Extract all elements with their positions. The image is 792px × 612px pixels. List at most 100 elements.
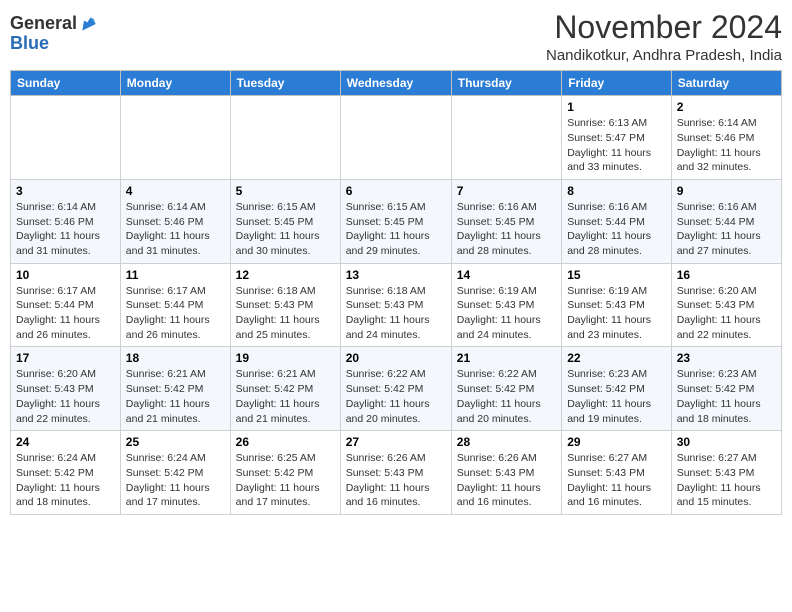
calendar-cell: 29 Sunrise: 6:27 AM Sunset: 5:43 PM Dayli… bbox=[562, 431, 672, 515]
day-number: 8 bbox=[567, 184, 666, 198]
calendar-cell: 19 Sunrise: 6:21 AM Sunset: 5:42 PM Dayli… bbox=[230, 347, 340, 431]
calendar-week-row: 24 Sunrise: 6:24 AM Sunset: 5:42 PM Dayli… bbox=[11, 431, 782, 515]
calendar-cell: 30Sunrise: 6:27 AM Sunset: 5:43 PM Dayli… bbox=[671, 431, 781, 515]
calendar-cell: 17 Sunrise: 6:20 AM Sunset: 5:43 PM Dayli… bbox=[11, 347, 121, 431]
day-info: Sunrise: 6:26 AM Sunset: 5:43 PM Dayligh… bbox=[457, 451, 556, 510]
day-number: 25 bbox=[126, 435, 225, 449]
calendar-cell: 21 Sunrise: 6:22 AM Sunset: 5:42 PM Dayli… bbox=[451, 347, 561, 431]
day-info: Sunrise: 6:18 AM Sunset: 5:43 PM Dayligh… bbox=[236, 284, 335, 343]
calendar-cell: 27 Sunrise: 6:26 AM Sunset: 5:43 PM Dayli… bbox=[340, 431, 451, 515]
day-info: Sunrise: 6:20 AM Sunset: 5:43 PM Dayligh… bbox=[16, 367, 115, 426]
day-number: 29 bbox=[567, 435, 666, 449]
calendar-cell: 25 Sunrise: 6:24 AM Sunset: 5:42 PM Dayli… bbox=[120, 431, 230, 515]
day-info: Sunrise: 6:18 AM Sunset: 5:43 PM Dayligh… bbox=[346, 284, 446, 343]
empty-cell bbox=[340, 96, 451, 180]
empty-cell bbox=[11, 96, 121, 180]
calendar-cell: 9 Sunrise: 6:16 AM Sunset: 5:44 PM Daylig… bbox=[671, 179, 781, 263]
day-info: Sunrise: 6:19 AM Sunset: 5:43 PM Dayligh… bbox=[567, 284, 666, 343]
calendar-table: SundayMondayTuesdayWednesdayThursdayFrid… bbox=[10, 70, 782, 515]
day-info: Sunrise: 6:16 AM Sunset: 5:44 PM Dayligh… bbox=[567, 200, 666, 259]
day-number: 7 bbox=[457, 184, 556, 198]
day-number: 13 bbox=[346, 268, 446, 282]
calendar-cell: 3Sunrise: 6:14 AM Sunset: 5:46 PM Daylig… bbox=[11, 179, 121, 263]
day-info: Sunrise: 6:20 AM Sunset: 5:43 PM Dayligh… bbox=[677, 284, 776, 343]
day-info: Sunrise: 6:26 AM Sunset: 5:43 PM Dayligh… bbox=[346, 451, 446, 510]
day-info: Sunrise: 6:16 AM Sunset: 5:44 PM Dayligh… bbox=[677, 200, 776, 259]
day-info: Sunrise: 6:17 AM Sunset: 5:44 PM Dayligh… bbox=[16, 284, 115, 343]
calendar-cell: 12 Sunrise: 6:18 AM Sunset: 5:43 PM Dayli… bbox=[230, 263, 340, 347]
day-info: Sunrise: 6:21 AM Sunset: 5:42 PM Dayligh… bbox=[126, 367, 225, 426]
calendar-cell: 10 Sunrise: 6:17 AM Sunset: 5:44 PM Dayli… bbox=[11, 263, 121, 347]
weekday-header: Saturday bbox=[671, 71, 781, 96]
weekday-header: Thursday bbox=[451, 71, 561, 96]
location-title: Nandikotkur, Andhra Pradesh, India bbox=[546, 47, 782, 64]
calendar-cell: 22 Sunrise: 6:23 AM Sunset: 5:42 PM Dayli… bbox=[562, 347, 672, 431]
day-info: Sunrise: 6:24 AM Sunset: 5:42 PM Dayligh… bbox=[126, 451, 225, 510]
day-info: Sunrise: 6:14 AM Sunset: 5:46 PM Dayligh… bbox=[677, 116, 776, 175]
calendar-week-row: 3Sunrise: 6:14 AM Sunset: 5:46 PM Daylig… bbox=[11, 179, 782, 263]
header: General Blue November 2024 Nandikotkur, … bbox=[10, 10, 782, 64]
calendar-cell: 2 Sunrise: 6:14 AM Sunset: 5:46 PM Daylig… bbox=[671, 96, 781, 180]
day-number: 19 bbox=[236, 351, 335, 365]
empty-cell bbox=[451, 96, 561, 180]
day-number: 28 bbox=[457, 435, 556, 449]
logo-icon bbox=[79, 14, 99, 34]
day-info: Sunrise: 6:15 AM Sunset: 5:45 PM Dayligh… bbox=[346, 200, 446, 259]
day-number: 5 bbox=[236, 184, 335, 198]
empty-cell bbox=[230, 96, 340, 180]
day-info: Sunrise: 6:15 AM Sunset: 5:45 PM Dayligh… bbox=[236, 200, 335, 259]
day-number: 26 bbox=[236, 435, 335, 449]
day-number: 22 bbox=[567, 351, 666, 365]
day-info: Sunrise: 6:21 AM Sunset: 5:42 PM Dayligh… bbox=[236, 367, 335, 426]
day-info: Sunrise: 6:23 AM Sunset: 5:42 PM Dayligh… bbox=[567, 367, 666, 426]
calendar-cell: 11Sunrise: 6:17 AM Sunset: 5:44 PM Dayli… bbox=[120, 263, 230, 347]
day-number: 16 bbox=[677, 268, 776, 282]
calendar-cell: 26 Sunrise: 6:25 AM Sunset: 5:42 PM Dayli… bbox=[230, 431, 340, 515]
day-info: Sunrise: 6:22 AM Sunset: 5:42 PM Dayligh… bbox=[346, 367, 446, 426]
weekday-header: Friday bbox=[562, 71, 672, 96]
day-number: 30 bbox=[677, 435, 776, 449]
day-number: 12 bbox=[236, 268, 335, 282]
weekday-header: Sunday bbox=[11, 71, 121, 96]
calendar-cell: 14Sunrise: 6:19 AM Sunset: 5:43 PM Dayli… bbox=[451, 263, 561, 347]
day-number: 2 bbox=[677, 100, 776, 114]
calendar-cell: 18 Sunrise: 6:21 AM Sunset: 5:42 PM Dayli… bbox=[120, 347, 230, 431]
calendar-week-row: 10 Sunrise: 6:17 AM Sunset: 5:44 PM Dayli… bbox=[11, 263, 782, 347]
day-number: 17 bbox=[16, 351, 115, 365]
weekday-header: Monday bbox=[120, 71, 230, 96]
calendar-cell: 4Sunrise: 6:14 AM Sunset: 5:46 PM Daylig… bbox=[120, 179, 230, 263]
day-info: Sunrise: 6:14 AM Sunset: 5:46 PM Dayligh… bbox=[16, 200, 115, 259]
day-info: Sunrise: 6:16 AM Sunset: 5:45 PM Dayligh… bbox=[457, 200, 556, 259]
calendar-cell: 1 Sunrise: 6:13 AM Sunset: 5:47 PM Daylig… bbox=[562, 96, 672, 180]
calendar-cell: 13 Sunrise: 6:18 AM Sunset: 5:43 PM Dayli… bbox=[340, 263, 451, 347]
day-info: Sunrise: 6:13 AM Sunset: 5:47 PM Dayligh… bbox=[567, 116, 666, 175]
title-block: November 2024 Nandikotkur, Andhra Prades… bbox=[546, 10, 782, 64]
weekday-header: Tuesday bbox=[230, 71, 340, 96]
calendar-cell: 24Sunrise: 6:24 AM Sunset: 5:42 PM Dayli… bbox=[11, 431, 121, 515]
calendar-header-row: SundayMondayTuesdayWednesdayThursdayFrid… bbox=[11, 71, 782, 96]
calendar-body: 1 Sunrise: 6:13 AM Sunset: 5:47 PM Daylig… bbox=[11, 96, 782, 515]
weekday-header: Wednesday bbox=[340, 71, 451, 96]
calendar-cell: 16 Sunrise: 6:20 AM Sunset: 5:43 PM Dayli… bbox=[671, 263, 781, 347]
day-number: 1 bbox=[567, 100, 666, 114]
day-number: 14 bbox=[457, 268, 556, 282]
calendar-cell: 20Sunrise: 6:22 AM Sunset: 5:42 PM Dayli… bbox=[340, 347, 451, 431]
calendar-week-row: 17 Sunrise: 6:20 AM Sunset: 5:43 PM Dayli… bbox=[11, 347, 782, 431]
day-info: Sunrise: 6:27 AM Sunset: 5:43 PM Dayligh… bbox=[567, 451, 666, 510]
day-number: 4 bbox=[126, 184, 225, 198]
day-info: Sunrise: 6:22 AM Sunset: 5:42 PM Dayligh… bbox=[457, 367, 556, 426]
day-number: 21 bbox=[457, 351, 556, 365]
day-number: 18 bbox=[126, 351, 225, 365]
day-info: Sunrise: 6:17 AM Sunset: 5:44 PM Dayligh… bbox=[126, 284, 225, 343]
calendar-cell: 8 Sunrise: 6:16 AM Sunset: 5:44 PM Daylig… bbox=[562, 179, 672, 263]
day-number: 15 bbox=[567, 268, 666, 282]
empty-cell bbox=[120, 96, 230, 180]
calendar-cell: 7 Sunrise: 6:16 AM Sunset: 5:45 PM Daylig… bbox=[451, 179, 561, 263]
day-number: 23 bbox=[677, 351, 776, 365]
day-info: Sunrise: 6:25 AM Sunset: 5:42 PM Dayligh… bbox=[236, 451, 335, 510]
day-number: 27 bbox=[346, 435, 446, 449]
day-number: 10 bbox=[16, 268, 115, 282]
day-number: 24 bbox=[16, 435, 115, 449]
logo-blue: Blue bbox=[10, 33, 49, 53]
day-number: 9 bbox=[677, 184, 776, 198]
